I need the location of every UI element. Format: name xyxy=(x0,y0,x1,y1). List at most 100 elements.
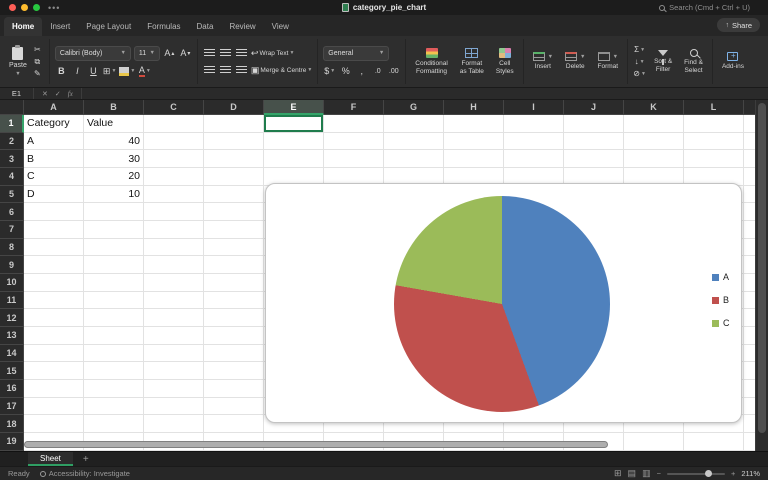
cell-I3[interactable] xyxy=(504,150,564,169)
zoom-out-button[interactable]: − xyxy=(657,469,661,478)
cell-B11[interactable] xyxy=(84,291,144,310)
zoom-in-button[interactable]: + xyxy=(731,469,735,478)
name-box[interactable]: E1 xyxy=(0,88,34,99)
column-header-F[interactable]: F xyxy=(324,100,384,115)
page-break-view-icon[interactable]: ▥ xyxy=(642,468,651,479)
wrap-text-button[interactable]: ↩ Wrap Text ▼ xyxy=(251,47,295,60)
fill-color-button[interactable]: ▼ xyxy=(119,65,135,78)
cell-I2[interactable] xyxy=(504,132,564,151)
row-header-5[interactable]: 5 xyxy=(0,185,24,204)
cell-D13[interactable] xyxy=(204,327,264,345)
currency-format-button[interactable]: $ ▼ xyxy=(323,65,336,78)
align-bottom-button[interactable] xyxy=(235,47,248,60)
cell-D6[interactable] xyxy=(204,203,264,222)
cell-styles-button[interactable]: Cell Styles xyxy=(492,48,518,75)
cell-A6[interactable] xyxy=(24,203,84,222)
row-header-9[interactable]: 9 xyxy=(0,256,24,275)
cut-button[interactable]: ✂ xyxy=(31,44,44,55)
number-format-dropdown[interactable]: General ▼ xyxy=(323,45,390,61)
cell-A10[interactable] xyxy=(24,274,84,292)
cell-B9[interactable] xyxy=(84,256,144,275)
cell-L3[interactable] xyxy=(684,150,744,169)
cell-A4[interactable]: C xyxy=(24,168,84,186)
cell-A2[interactable]: A xyxy=(24,132,84,151)
cell-B7[interactable] xyxy=(84,221,144,239)
cell-D4[interactable] xyxy=(204,168,264,186)
zoom-slider-thumb[interactable] xyxy=(705,469,713,477)
align-middle-button[interactable] xyxy=(219,47,232,60)
cell-J3[interactable] xyxy=(564,150,624,169)
column-header-B[interactable]: B xyxy=(84,100,144,115)
cell-H1[interactable] xyxy=(444,115,504,133)
cell-A17[interactable] xyxy=(24,397,84,416)
cell-A16[interactable] xyxy=(24,380,84,398)
cell-C11[interactable] xyxy=(144,291,204,310)
cell-E3[interactable] xyxy=(264,150,324,169)
cell-D3[interactable] xyxy=(204,150,264,169)
row-header-1[interactable]: 1 xyxy=(0,115,24,133)
cell-D16[interactable] xyxy=(204,380,264,398)
search-field[interactable]: Search (Cmd + Ctrl + U) xyxy=(659,3,750,12)
cell-A15[interactable] xyxy=(24,362,84,381)
more-options-icon[interactable]: ••• xyxy=(48,3,60,13)
cell-C3[interactable] xyxy=(144,150,204,169)
copy-button[interactable]: ⧉ xyxy=(31,56,44,67)
cell-G2[interactable] xyxy=(384,132,444,151)
sort-filter-button[interactable]: Sort & Filter xyxy=(650,50,676,73)
cell-C5[interactable] xyxy=(144,185,204,204)
cell-J1[interactable] xyxy=(564,115,624,133)
cell-A18[interactable] xyxy=(24,415,84,434)
cell-A5[interactable]: D xyxy=(24,185,84,204)
cell-L19[interactable] xyxy=(684,433,744,451)
cell-K1[interactable] xyxy=(624,115,684,133)
confirm-entry-icon[interactable]: ✓ xyxy=(55,90,61,98)
cell-C9[interactable] xyxy=(144,256,204,275)
cell-D2[interactable] xyxy=(204,132,264,151)
column-header-L[interactable]: L xyxy=(684,100,744,115)
merge-centre-button[interactable]: ▣ Merge & Centre ▼ xyxy=(251,64,312,77)
insert-cells-button[interactable]: ▼ Insert xyxy=(529,52,557,70)
conditional-formatting-button[interactable]: Conditional Formatting xyxy=(411,48,452,75)
cell-D9[interactable] xyxy=(204,256,264,275)
column-header-G[interactable]: G xyxy=(384,100,444,115)
cell-K2[interactable] xyxy=(624,132,684,151)
horizontal-scrollbar[interactable] xyxy=(24,441,608,448)
formula-input[interactable] xyxy=(82,88,768,99)
cell-A12[interactable] xyxy=(24,309,84,328)
cell-C2[interactable] xyxy=(144,132,204,151)
cell-I1[interactable] xyxy=(504,115,564,133)
cell-G1[interactable] xyxy=(384,115,444,133)
cell-B16[interactable] xyxy=(84,380,144,398)
percent-format-button[interactable]: % xyxy=(339,65,352,78)
cell-D7[interactable] xyxy=(204,221,264,239)
row-header-11[interactable]: 11 xyxy=(0,291,24,310)
page-layout-view-icon[interactable]: ▤ xyxy=(628,468,637,479)
tab-insert[interactable]: Insert xyxy=(42,17,78,36)
format-as-table-button[interactable]: Format as Table xyxy=(456,48,488,75)
font-name-dropdown[interactable]: Calibri (Body) ▼ xyxy=(54,45,131,61)
cell-B10[interactable] xyxy=(84,274,144,292)
cancel-entry-icon[interactable]: ✕ xyxy=(42,90,48,98)
cell-E1[interactable] xyxy=(264,115,324,133)
column-header-C[interactable]: C xyxy=(144,100,204,115)
cell-C12[interactable] xyxy=(144,309,204,328)
cell-H2[interactable] xyxy=(444,132,504,151)
row-header-14[interactable]: 14 xyxy=(0,344,24,363)
row-header-18[interactable]: 18 xyxy=(0,415,24,434)
align-center-button[interactable] xyxy=(219,64,232,77)
cell-F3[interactable] xyxy=(324,150,384,169)
cell-C7[interactable] xyxy=(144,221,204,239)
row-header-15[interactable]: 15 xyxy=(0,362,24,381)
cell-B8[interactable] xyxy=(84,238,144,257)
tab-data[interactable]: Data xyxy=(189,17,222,36)
clear-button[interactable]: ⊘ ▼ xyxy=(633,68,646,79)
bold-button[interactable]: B xyxy=(55,65,68,78)
find-select-button[interactable]: Find & Select xyxy=(680,49,707,74)
cell-G3[interactable] xyxy=(384,150,444,169)
cell-A8[interactable] xyxy=(24,238,84,257)
cell-C18[interactable] xyxy=(144,415,204,434)
cell-C8[interactable] xyxy=(144,238,204,257)
cell-C14[interactable] xyxy=(144,344,204,363)
add-sheet-button[interactable]: + xyxy=(83,454,89,465)
cell-A3[interactable]: B xyxy=(24,150,84,169)
